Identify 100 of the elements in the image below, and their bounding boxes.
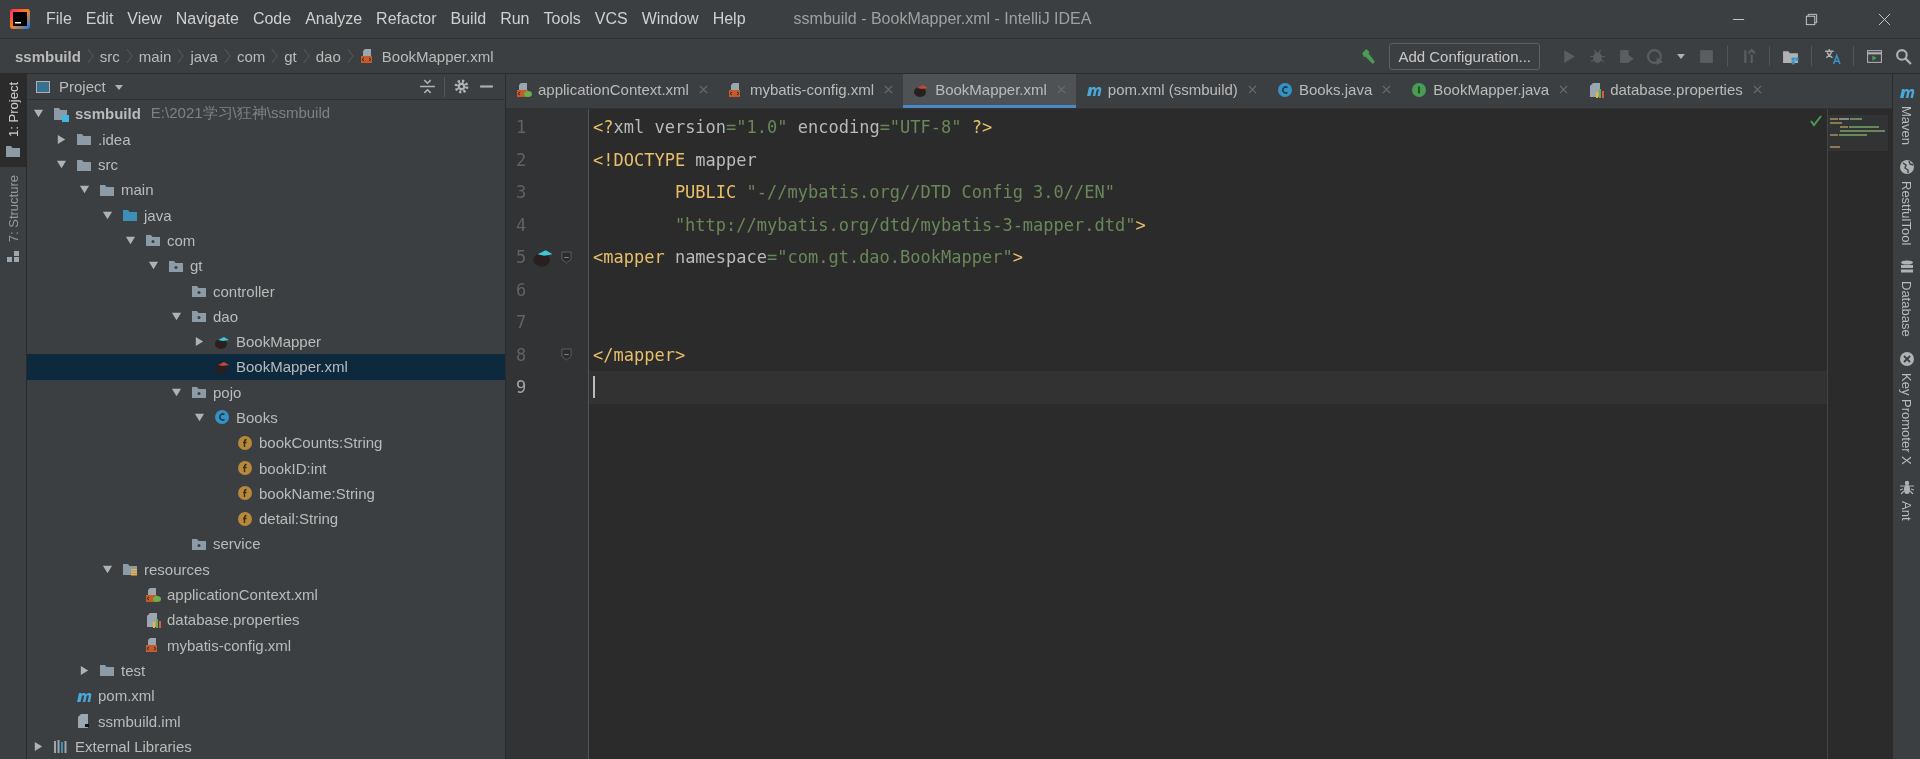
- tree-row[interactable]: resources: [27, 556, 505, 582]
- menu-item[interactable]: Build: [450, 10, 487, 28]
- tool-window-tab[interactable]: Key Promoter X: [1898, 351, 1915, 465]
- collapsed-arrow-icon[interactable]: [33, 740, 44, 752]
- tree-row[interactable]: pojo: [27, 379, 505, 405]
- package-icon: [191, 283, 207, 299]
- collapsed-arrow-icon[interactable]: [79, 664, 90, 676]
- expanded-arrow-icon[interactable]: [102, 563, 113, 575]
- fold-icon[interactable]: [561, 250, 572, 264]
- breadcrumb-item[interactable]: main: [138, 47, 172, 65]
- field-icon: [237, 434, 253, 451]
- tree-row[interactable]: java: [27, 202, 505, 228]
- tree-row[interactable]: database.properties: [27, 607, 505, 633]
- caret-icon[interactable]: [1676, 51, 1686, 61]
- settings-icon[interactable]: [453, 78, 470, 96]
- tool-window-tab[interactable]: Ant: [1898, 478, 1915, 521]
- fold-icon[interactable]: [561, 348, 572, 362]
- search-icon[interactable]: [1895, 47, 1912, 65]
- menu-item[interactable]: Edit: [85, 10, 114, 28]
- menu-item[interactable]: File: [46, 10, 72, 28]
- key-promoter-icon: [1898, 351, 1915, 367]
- collapsed-arrow-icon[interactable]: [194, 336, 205, 348]
- package-icon: [145, 232, 161, 249]
- tree-row[interactable]: bookCounts:String: [27, 430, 505, 456]
- tree-item-label: test: [121, 661, 146, 679]
- tree-row[interactable]: src: [27, 151, 505, 178]
- menu-item[interactable]: Help: [712, 10, 746, 28]
- menu-item[interactable]: View: [127, 10, 162, 28]
- breadcrumb-item[interactable]: java: [190, 47, 218, 65]
- tree-row[interactable]: ssmbuild.iml: [27, 708, 505, 734]
- expanded-arrow-icon[interactable]: [125, 234, 136, 246]
- editor-tab[interactable]: pom.xml (ssmbuild): [1075, 74, 1267, 108]
- tree-row[interactable]: gt: [27, 253, 505, 279]
- tree-row[interactable]: pom.xml: [27, 683, 505, 709]
- collapsed-arrow-icon[interactable]: [56, 133, 67, 145]
- translate-icon[interactable]: [1824, 47, 1841, 65]
- expanded-arrow-icon[interactable]: [148, 260, 159, 272]
- breadcrumb-item[interactable]: BookMapper.xml: [381, 47, 494, 65]
- expanded-arrow-icon[interactable]: [171, 310, 182, 322]
- tree-row[interactable]: test: [27, 657, 505, 684]
- tree-row[interactable]: controller: [27, 278, 505, 304]
- editor-tab[interactable]: mybatis-config.xml: [717, 74, 904, 108]
- tree-row[interactable]: service: [27, 531, 505, 557]
- expanded-arrow-icon[interactable]: [194, 412, 205, 423]
- editor-tab[interactable]: Books.java: [1266, 74, 1402, 108]
- breadcrumb-item[interactable]: ssmbuild: [15, 47, 81, 65]
- tree-item-label: bookName:String: [259, 484, 375, 502]
- tool-window-tab[interactable]: 7: Structure: [0, 166, 26, 273]
- expanded-arrow-icon[interactable]: [79, 184, 90, 196]
- tool-window-tab[interactable]: 1: Project: [0, 74, 26, 167]
- tree-row[interactable]: External Libraries: [27, 733, 505, 759]
- tree-row[interactable]: .idea: [27, 126, 505, 152]
- tool-window-tab[interactable]: Database: [1898, 259, 1915, 337]
- tree-row[interactable]: dao: [27, 303, 505, 329]
- field-icon: [237, 485, 253, 502]
- run-configuration-button[interactable]: Add Configuration...: [1389, 42, 1540, 70]
- text-cursor: [593, 376, 595, 399]
- tree-row[interactable]: bookName:String: [27, 480, 505, 507]
- editor-tab[interactable]: BookMapper.xml: [903, 74, 1076, 108]
- tree-row[interactable]: applicationContext.xml: [27, 581, 505, 608]
- breadcrumb-item[interactable]: src: [99, 47, 120, 65]
- tree-row[interactable]: BookMapper.xml: [27, 354, 505, 380]
- menu-item[interactable]: Refactor: [376, 10, 437, 28]
- interface-icon: [1411, 81, 1428, 98]
- breadcrumb-item[interactable]: dao: [315, 47, 341, 65]
- collapse-all-icon[interactable]: [419, 78, 436, 96]
- restore-icon[interactable]: [1804, 11, 1819, 27]
- menu-item[interactable]: Tools: [543, 10, 581, 28]
- breadcrumb-item[interactable]: com: [236, 47, 266, 65]
- menu-item[interactable]: Window: [641, 10, 699, 28]
- tree-row[interactable]: bookID:int: [27, 455, 505, 481]
- editor-tab[interactable]: applicationContext.xml: [506, 74, 718, 108]
- tree-row[interactable]: mybatis-config.xml: [27, 632, 505, 658]
- hammer-icon[interactable]: [1360, 47, 1378, 65]
- minimap-drawing[interactable]: [1828, 115, 1888, 151]
- expanded-arrow-icon[interactable]: [33, 108, 44, 120]
- tree-row[interactable]: BookMapper: [27, 328, 505, 355]
- terminal-icon[interactable]: [1866, 47, 1883, 65]
- tree-row[interactable]: detail:String: [27, 506, 505, 532]
- editor-tab[interactable]: BookMapper.java: [1401, 74, 1579, 108]
- tree-item-label: Books: [236, 409, 278, 426]
- tool-window-tab[interactable]: Maven: [1898, 84, 1915, 146]
- menu-item[interactable]: VCS: [594, 10, 628, 28]
- menu-item[interactable]: Code: [252, 10, 292, 28]
- tree-row[interactable]: main: [27, 177, 505, 203]
- check-icon[interactable]: [1810, 115, 1822, 127]
- expanded-arrow-icon[interactable]: [171, 386, 182, 398]
- tree-row[interactable]: ssmbuild E:\2021学习\狂神\ssmbuild: [27, 101, 505, 127]
- tree-row[interactable]: com: [27, 227, 505, 254]
- tree-row[interactable]: Books: [27, 404, 505, 431]
- menu-item[interactable]: Navigate: [175, 10, 239, 28]
- chevron-icon: [223, 46, 231, 66]
- menu-item[interactable]: Run: [500, 10, 530, 28]
- menu-item[interactable]: Analyze: [305, 10, 363, 28]
- tool-window-tab[interactable]: RestfulTool: [1898, 159, 1915, 246]
- editor-tab[interactable]: database.properties: [1578, 74, 1772, 108]
- panel-title[interactable]: Project: [59, 78, 106, 96]
- expanded-arrow-icon[interactable]: [56, 159, 67, 170]
- breadcrumb-item[interactable]: gt: [284, 47, 297, 65]
- expanded-arrow-icon[interactable]: [102, 209, 113, 221]
